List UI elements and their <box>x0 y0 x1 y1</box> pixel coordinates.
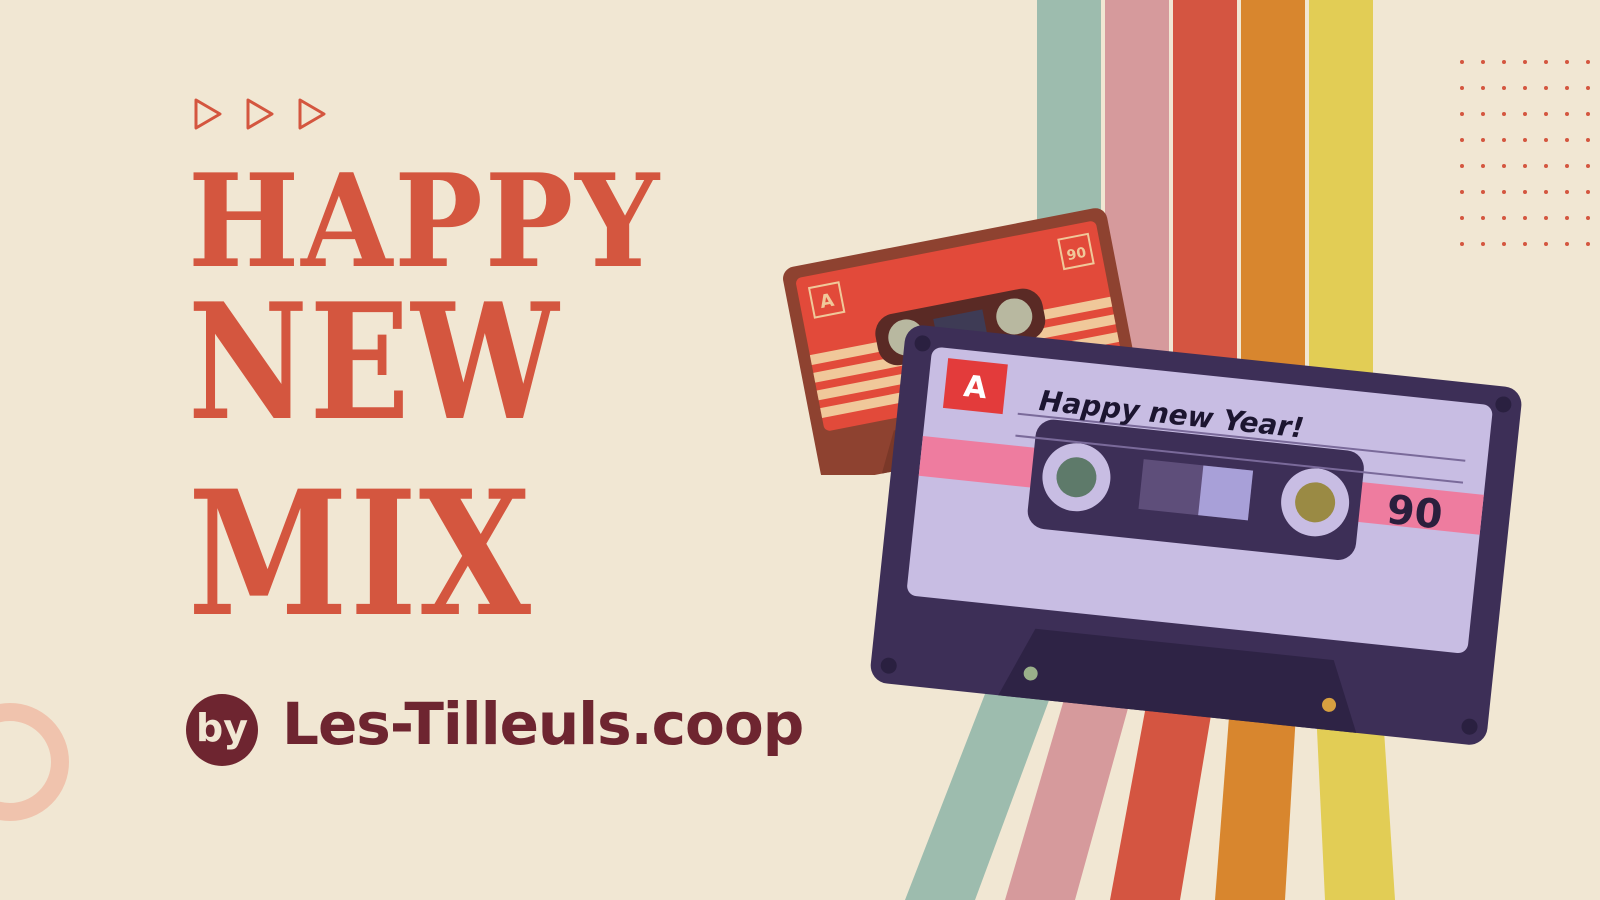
dot <box>1460 164 1464 168</box>
dot <box>1565 86 1569 90</box>
dot <box>1586 112 1590 116</box>
dot <box>1481 112 1485 116</box>
dot <box>1565 216 1569 220</box>
dot <box>1544 216 1548 220</box>
cassette-front-length: 90 <box>1384 487 1444 539</box>
dot <box>1481 86 1485 90</box>
dot <box>1544 86 1548 90</box>
banner: HAPPY NEW MIX by Les-Tilleuls.coop A 90 <box>0 0 1600 900</box>
dot <box>1460 60 1464 64</box>
dot <box>1565 60 1569 64</box>
dot <box>1523 60 1527 64</box>
dot <box>1460 242 1464 246</box>
play-icons <box>194 98 326 130</box>
play-icon <box>246 98 274 130</box>
dot <box>1586 138 1590 142</box>
dot-grid <box>1460 60 1590 246</box>
dot <box>1481 190 1485 194</box>
dot <box>1502 242 1506 246</box>
dot <box>1586 164 1590 168</box>
dot <box>1565 242 1569 246</box>
dot <box>1565 164 1569 168</box>
headline-line-3: MIX <box>188 452 533 655</box>
dot <box>1586 242 1590 246</box>
by-badge: by <box>186 694 258 766</box>
dot <box>1502 216 1506 220</box>
dot <box>1481 60 1485 64</box>
dot <box>1544 242 1548 246</box>
dot <box>1544 164 1548 168</box>
dot <box>1586 190 1590 194</box>
dot <box>1523 216 1527 220</box>
cassette-front-side: A <box>962 369 990 406</box>
play-icon <box>298 98 326 130</box>
dot <box>1523 242 1527 246</box>
ring-decoration <box>0 703 69 821</box>
dot <box>1502 112 1506 116</box>
dot <box>1544 138 1548 142</box>
dot <box>1481 216 1485 220</box>
dot <box>1523 112 1527 116</box>
dot <box>1586 60 1590 64</box>
brand-name: Les-Tilleuls.coop <box>282 690 804 758</box>
dot <box>1523 138 1527 142</box>
dot <box>1544 190 1548 194</box>
play-icon <box>194 98 222 130</box>
headline-line-1: HAPPY <box>188 147 661 297</box>
cassette-front: A Happy new Year! 90 <box>870 325 1522 745</box>
dot <box>1460 112 1464 116</box>
dot <box>1565 190 1569 194</box>
dot <box>1544 60 1548 64</box>
dot <box>1481 164 1485 168</box>
dot <box>1502 138 1506 142</box>
dot <box>1460 216 1464 220</box>
headline-line-2: NEW <box>188 268 561 456</box>
dot <box>1565 138 1569 142</box>
dot <box>1502 86 1506 90</box>
dot <box>1523 190 1527 194</box>
dot <box>1544 112 1548 116</box>
dot <box>1481 242 1485 246</box>
dot <box>1502 164 1506 168</box>
dot <box>1460 86 1464 90</box>
dot <box>1460 190 1464 194</box>
dot <box>1502 190 1506 194</box>
dot <box>1460 138 1464 142</box>
dot <box>1481 138 1485 142</box>
dot <box>1565 112 1569 116</box>
dot <box>1586 216 1590 220</box>
dot <box>1523 164 1527 168</box>
dot <box>1502 60 1506 64</box>
dot <box>1523 86 1527 90</box>
dot <box>1586 86 1590 90</box>
